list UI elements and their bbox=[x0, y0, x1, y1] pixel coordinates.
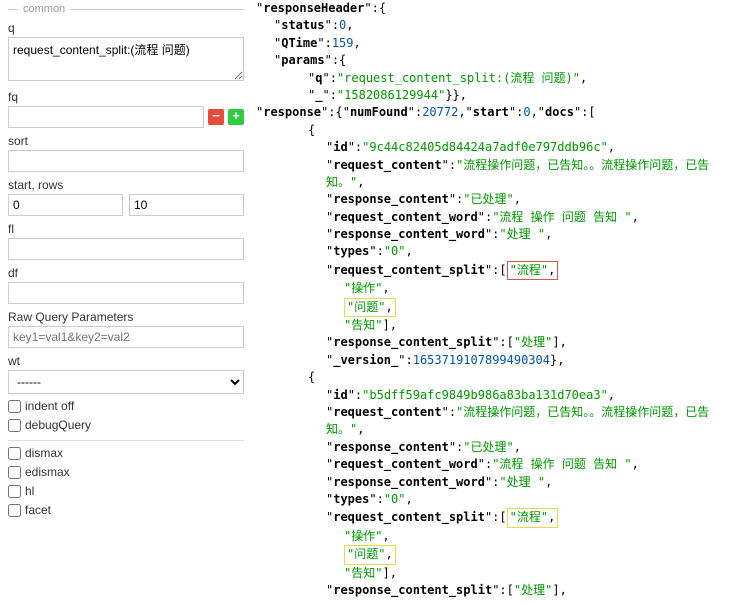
wt-label: wt bbox=[8, 354, 244, 368]
fl-label: fl bbox=[8, 222, 244, 236]
edismax-row: edismax bbox=[8, 465, 244, 479]
hl-label: hl bbox=[25, 484, 34, 498]
dismax-checkbox[interactable] bbox=[8, 447, 21, 460]
start-input[interactable] bbox=[8, 194, 123, 216]
df-input[interactable] bbox=[8, 282, 244, 304]
json-line: "q":"request_content_split:(流程 问题)", bbox=[256, 70, 733, 87]
fq-input[interactable] bbox=[8, 106, 204, 128]
rawparams-group: Raw Query Parameters bbox=[8, 310, 244, 348]
highlight-yellow: "问题", bbox=[344, 298, 396, 317]
highlight-red: "流程", bbox=[507, 261, 559, 280]
highlight-yellow: "问题", bbox=[344, 545, 396, 564]
json-line: "问题", bbox=[256, 545, 733, 564]
facet-row: facet bbox=[8, 503, 244, 517]
fl-group: fl bbox=[8, 222, 244, 260]
json-line: "request_content_split":["流程", bbox=[256, 261, 733, 280]
rawparams-label: Raw Query Parameters bbox=[8, 310, 244, 324]
json-line: "response":{"numFound":20772,"start":0,"… bbox=[256, 104, 733, 121]
debug-label: debugQuery bbox=[25, 418, 91, 432]
divider bbox=[8, 440, 244, 441]
debug-checkbox[interactable] bbox=[8, 419, 21, 432]
json-line: { bbox=[256, 369, 733, 386]
json-line: "params":{ bbox=[256, 52, 733, 69]
json-line: "操作", bbox=[256, 280, 733, 297]
startrows-label: start, rows bbox=[8, 178, 244, 192]
facet-checkbox[interactable] bbox=[8, 504, 21, 517]
wt-group: wt ------ bbox=[8, 354, 244, 394]
df-group: df bbox=[8, 266, 244, 304]
rows-input[interactable] bbox=[129, 194, 244, 216]
json-line: "_version_":1653719107899490304}, bbox=[256, 352, 733, 369]
q-input[interactable]: request_content_split:(流程 问题) bbox=[8, 37, 244, 81]
json-line: "response_content_split":["处理"], bbox=[256, 334, 733, 351]
facet-label: facet bbox=[25, 503, 51, 517]
json-line: "responseHeader":{ bbox=[256, 0, 733, 17]
indent-checkbox[interactable] bbox=[8, 400, 21, 413]
indent-label: indent off bbox=[25, 399, 74, 413]
fl-input[interactable] bbox=[8, 238, 244, 260]
json-line: "types":"0", bbox=[256, 491, 733, 508]
q-group: q request_content_split:(流程 问题) bbox=[8, 21, 244, 84]
df-label: df bbox=[8, 266, 244, 280]
fieldset-common: common bbox=[8, 3, 244, 15]
dismax-row: dismax bbox=[8, 446, 244, 460]
json-response-panel: "responseHeader":{ "status":0, "QTime":1… bbox=[252, 0, 737, 603]
json-line: "response_content_word":"处理 ", bbox=[256, 226, 733, 243]
query-form-panel: common q request_content_split:(流程 问题) f… bbox=[0, 0, 252, 603]
json-line: "request_content_split":["流程", bbox=[256, 508, 733, 527]
json-line: "操作", bbox=[256, 528, 733, 545]
edismax-label: edismax bbox=[25, 465, 70, 479]
json-line: "request_content":"流程操作问题，已告知。。流程操作问题，已告… bbox=[256, 404, 733, 439]
json-line: "status":0, bbox=[256, 17, 733, 34]
json-line: "response_content_split":["处理"], bbox=[256, 582, 733, 599]
debug-row: debugQuery bbox=[8, 418, 244, 432]
add-fq-button[interactable]: + bbox=[228, 109, 244, 125]
rawparams-input[interactable] bbox=[8, 326, 244, 348]
json-line: "id":"9c44c82405d84424a7adf0e797ddb96c", bbox=[256, 139, 733, 156]
q-label: q bbox=[8, 21, 244, 35]
json-line: "告知"], bbox=[256, 317, 733, 334]
json-line: "response_content":"已处理", bbox=[256, 191, 733, 208]
dismax-label: dismax bbox=[25, 446, 63, 460]
json-line: "_":"1582086129944"}}, bbox=[256, 87, 733, 104]
fq-group: fq − + bbox=[8, 90, 244, 128]
json-line: "response_content":"已处理", bbox=[256, 439, 733, 456]
json-line: "问题", bbox=[256, 298, 733, 317]
startrows-group: start, rows bbox=[8, 178, 244, 216]
json-line: "QTime":159, bbox=[256, 35, 733, 52]
hl-checkbox[interactable] bbox=[8, 485, 21, 498]
json-line: "id":"b5dff59afc9849b986a83ba131d70ea3", bbox=[256, 387, 733, 404]
sort-input[interactable] bbox=[8, 150, 244, 172]
json-line: "request_content":"流程操作问题，已告知。。流程操作问题，已告… bbox=[256, 157, 733, 192]
remove-fq-button[interactable]: − bbox=[208, 109, 224, 125]
indent-row: indent off bbox=[8, 399, 244, 413]
json-line: "response_content_word":"处理 ", bbox=[256, 474, 733, 491]
json-line: "告知"], bbox=[256, 565, 733, 582]
json-line: "request_content_word":"流程 操作 问题 告知 ", bbox=[256, 456, 733, 473]
fq-label: fq bbox=[8, 90, 244, 104]
json-line: "types":"0", bbox=[256, 243, 733, 260]
json-line: "request_content_word":"流程 操作 问题 告知 ", bbox=[256, 209, 733, 226]
wt-select[interactable]: ------ bbox=[8, 370, 244, 394]
sort-group: sort bbox=[8, 134, 244, 172]
sort-label: sort bbox=[8, 134, 244, 148]
highlight-yellow: "流程", bbox=[507, 508, 559, 527]
json-line: { bbox=[256, 122, 733, 139]
edismax-checkbox[interactable] bbox=[8, 466, 21, 479]
hl-row: hl bbox=[8, 484, 244, 498]
